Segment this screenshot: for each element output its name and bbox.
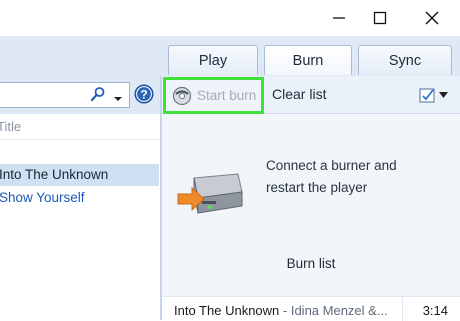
minimize-icon <box>333 17 345 19</box>
svg-text:?: ? <box>140 88 147 102</box>
clear-list-label: Clear list <box>272 86 327 102</box>
library-track-title: Into The Unknown <box>0 167 109 182</box>
start-burn-button[interactable]: Start burn <box>163 77 264 114</box>
checklist-icon <box>419 88 435 103</box>
close-button[interactable] <box>409 0 455 36</box>
library-track-title: Show Yourself <box>0 190 85 205</box>
library-list <box>0 114 160 320</box>
disc-burner-icon <box>176 166 246 227</box>
column-separator <box>402 297 403 321</box>
library-track-row[interactable]: Into The Unknown <box>0 164 159 186</box>
tab-burn-label: Burn <box>292 52 324 69</box>
burner-message: Connect a burner and restart the player <box>266 155 416 199</box>
minimize-button[interactable] <box>316 0 362 36</box>
chevron-down-icon <box>439 92 448 98</box>
search-icon[interactable] <box>90 86 106 107</box>
burn-item-title: Into The Unknown <box>174 303 280 318</box>
burn-item-artist: - Idina Menzel &... <box>279 303 388 318</box>
burner-message-line2: restart the player <box>266 180 368 195</box>
tab-sync[interactable]: Sync <box>358 45 452 75</box>
maximize-icon <box>373 11 387 25</box>
burn-item-text: Into The Unknown - Idina Menzel &... <box>174 303 388 318</box>
title-column-label: Title <box>0 119 22 134</box>
search-input[interactable] <box>0 82 130 108</box>
help-icon[interactable]: ? <box>134 84 154 109</box>
tab-play[interactable]: Play <box>168 45 258 75</box>
disc-icon <box>172 86 192 105</box>
tab-sync-label: Sync <box>388 52 422 69</box>
burn-item-duration: 3:14 <box>422 303 448 318</box>
burn-list-item[interactable]: Into The Unknown - Idina Menzel &... 3:1… <box>162 296 460 321</box>
burn-options-button[interactable] <box>419 85 453 105</box>
search-dropdown-icon[interactable] <box>113 90 123 108</box>
maximize-button[interactable] <box>357 0 403 36</box>
start-burn-label: Start burn <box>197 88 257 103</box>
burn-list-title: Burn list <box>286 256 336 271</box>
tab-play-label: Play <box>198 52 228 69</box>
close-icon <box>425 11 439 25</box>
title-column-header[interactable]: Title <box>0 114 160 140</box>
clear-list-button[interactable]: Clear list <box>272 86 326 102</box>
library-track-row[interactable]: Show Yourself <box>0 187 159 209</box>
burner-message-line1: Connect a burner and <box>266 158 397 173</box>
tab-burn[interactable]: Burn <box>264 45 352 75</box>
